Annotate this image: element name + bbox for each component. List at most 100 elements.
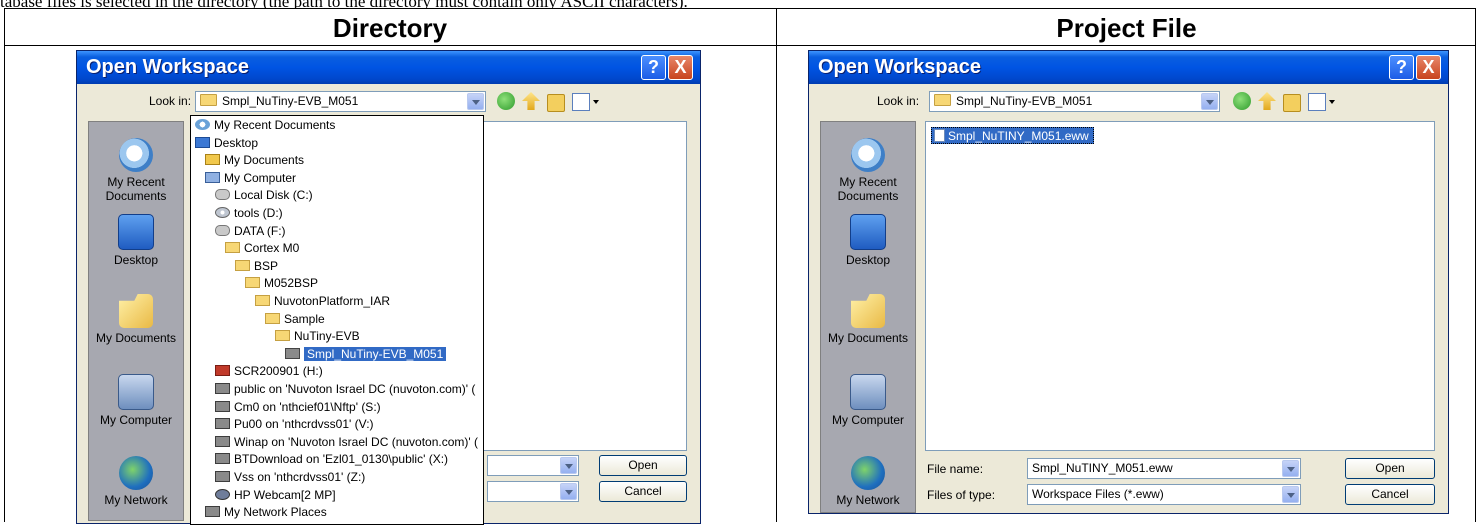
dropdown-item[interactable]: Cm0 on 'nthcief01\Nftp' (S:) xyxy=(215,399,381,415)
dropdown-item[interactable]: BSP xyxy=(235,258,278,274)
dropdown-item[interactable]: DATA (F:) xyxy=(215,223,286,239)
view-menu-icon[interactable] xyxy=(1308,93,1326,111)
my-documents-icon xyxy=(119,294,153,328)
place-label: My Recent Documents xyxy=(837,175,899,203)
look-in-combo[interactable]: Smpl_NuTiny-EVB_M051 xyxy=(195,91,486,112)
dropdown-item-label: Winap on 'Nuvoton Israel DC (nuvoton.com… xyxy=(234,434,479,449)
dropdown-item[interactable]: Desktop xyxy=(195,135,258,151)
dropdown-item[interactable]: SCR200901 (H:) xyxy=(215,363,323,379)
place-label: My Network xyxy=(104,493,168,507)
open-button[interactable]: Open xyxy=(1345,458,1435,479)
chevron-down-icon[interactable] xyxy=(1282,460,1299,477)
dropdown-item-label: My Computer xyxy=(224,170,297,185)
disk-icon xyxy=(215,224,230,236)
new-folder-icon[interactable] xyxy=(547,94,565,112)
cancel-button[interactable]: Cancel xyxy=(599,481,687,502)
place-my-network[interactable]: My Network xyxy=(89,456,183,507)
up-folder-icon[interactable] xyxy=(522,92,540,110)
dropdown-item-label: Smpl_NuTiny-EVB_M051 xyxy=(304,346,447,361)
dropdown-item-label: SCR200901 (H:) xyxy=(234,364,323,379)
dropdown-item-label: Desktop xyxy=(214,135,259,150)
file-type-combo[interactable] xyxy=(487,481,579,502)
dropdown-item[interactable]: Winap on 'Nuvoton Israel DC (nuvoton.com… xyxy=(215,434,478,450)
cd-icon xyxy=(215,207,230,218)
dropdown-item[interactable]: My Recent Documents xyxy=(195,117,335,133)
up-folder-icon[interactable] xyxy=(1258,92,1276,110)
window-title: Open Workspace xyxy=(86,56,250,78)
close-button[interactable]: X xyxy=(1416,55,1441,80)
dropdown-item[interactable]: Cortex M0 xyxy=(225,240,299,256)
dropdown-item[interactable]: Smpl_NuTiny-EVB_M051 xyxy=(285,346,447,362)
dropdown-item[interactable]: My Documents xyxy=(205,152,304,168)
back-icon[interactable] xyxy=(497,92,515,110)
file-item[interactable]: Smpl_NuTINY_M051.eww xyxy=(931,127,1094,144)
place-label: My Computer xyxy=(99,413,173,427)
dropdown-item[interactable]: BTDownload on 'Ezl01_0130\public' (X:) xyxy=(215,451,448,467)
window-title: Open Workspace xyxy=(818,56,982,78)
dropdown-item[interactable]: tools (D:) xyxy=(215,205,283,221)
file-name-combo[interactable] xyxy=(487,455,579,476)
file-list[interactable]: Smpl_NuTINY_M051.eww xyxy=(925,121,1435,451)
place-my-computer[interactable]: My Computer xyxy=(821,374,915,427)
file-name-combo[interactable]: Smpl_NuTINY_M051.eww xyxy=(1027,458,1301,479)
net-icon xyxy=(215,435,230,447)
look-in-dropdown-list[interactable]: My Recent Documents Desktop My Documents My… xyxy=(190,115,484,525)
chevron-down-icon[interactable] xyxy=(467,93,484,110)
chevron-down-icon[interactable] xyxy=(1201,93,1218,110)
dropdown-item-label: DATA (F:) xyxy=(234,223,286,238)
dropdown-item[interactable]: Vss on 'nthcrdvss01' (Z:) xyxy=(215,469,365,485)
help-button[interactable]: ? xyxy=(1389,55,1414,80)
place-desktop[interactable]: Desktop xyxy=(89,214,183,267)
place-my-documents[interactable]: My Documents xyxy=(821,294,915,345)
dropdown-item[interactable]: NuvotonPlatform_IAR xyxy=(255,293,390,309)
place-recent[interactable]: My Recent Documents xyxy=(89,138,183,203)
dropdown-item-label: Cm0 on 'nthcief01\Nftp' (S:) xyxy=(234,399,381,414)
look-in-value: Smpl_NuTiny-EVB_M051 xyxy=(222,94,359,108)
my-computer-icon xyxy=(850,374,886,410)
help-button[interactable]: ? xyxy=(641,55,666,80)
dropdown-item[interactable]: M052BSP xyxy=(245,275,318,291)
dropdown-item[interactable]: My Network Places xyxy=(205,504,327,520)
back-icon[interactable] xyxy=(1233,92,1251,110)
recent-documents-icon xyxy=(119,138,153,172)
dropdown-item-label: tools (D:) xyxy=(234,206,283,220)
net-icon xyxy=(215,471,230,482)
dropdown-item[interactable]: NuTiny-EVB xyxy=(275,328,360,344)
dropdown-item[interactable]: public on 'Nuvoton Israel DC (nuvoton.co… xyxy=(215,381,475,397)
dropdown-item[interactable]: Pu00 on 'nthcrdvss01' (V:) xyxy=(215,416,374,432)
clipped-caption: tabase files is selected in the director… xyxy=(0,0,1481,8)
view-menu-arrow-icon[interactable] xyxy=(1329,100,1335,104)
dropdown-item[interactable]: Local Disk (C:) xyxy=(215,187,313,203)
place-recent[interactable]: My Recent Documents xyxy=(821,138,915,203)
dropdown-item[interactable]: My Computer xyxy=(205,170,296,186)
title-bar: Open Workspace ? X xyxy=(77,51,700,84)
folder-open-icon xyxy=(285,347,300,359)
new-folder-icon[interactable] xyxy=(1283,94,1301,112)
place-desktop[interactable]: Desktop xyxy=(821,214,915,267)
place-my-documents[interactable]: My Documents xyxy=(89,294,183,345)
view-menu-icon[interactable] xyxy=(572,93,590,111)
chevron-down-icon[interactable] xyxy=(560,457,577,474)
open-button[interactable]: Open xyxy=(599,455,687,476)
view-menu-arrow-icon[interactable] xyxy=(593,100,599,104)
dropdown-item-label: Sample xyxy=(284,311,325,326)
files-of-type-label: Files of type: xyxy=(927,488,996,502)
place-label: My Recent Documents xyxy=(105,175,167,203)
look-in-label: Look in: xyxy=(877,94,920,108)
open-workspace-dialog-right: Open Workspace ? X Look in: Smpl_NuTiny-… xyxy=(808,50,1449,514)
dropdown-item[interactable]: HP Webcam[2 MP] xyxy=(215,487,336,503)
dropdown-item-label: M052BSP xyxy=(264,276,319,291)
close-button[interactable]: X xyxy=(668,55,693,80)
chevron-down-icon[interactable] xyxy=(560,483,577,500)
dropdown-item-label: Cortex M0 xyxy=(244,241,300,256)
workspace-file-icon xyxy=(934,129,945,142)
file-name-value: Smpl_NuTINY_M051.eww xyxy=(1032,461,1173,475)
chevron-down-icon[interactable] xyxy=(1282,486,1299,503)
place-my-computer[interactable]: My Computer xyxy=(89,374,183,427)
look-in-combo[interactable]: Smpl_NuTiny-EVB_M051 xyxy=(929,91,1220,112)
cancel-button[interactable]: Cancel xyxy=(1345,484,1435,505)
files-of-type-combo[interactable]: Workspace Files (*.eww) xyxy=(1027,484,1301,505)
dropdown-item[interactable]: Sample xyxy=(265,311,325,327)
place-my-network[interactable]: My Network xyxy=(821,456,915,507)
dropdown-item-label: NuTiny-EVB xyxy=(294,329,360,344)
